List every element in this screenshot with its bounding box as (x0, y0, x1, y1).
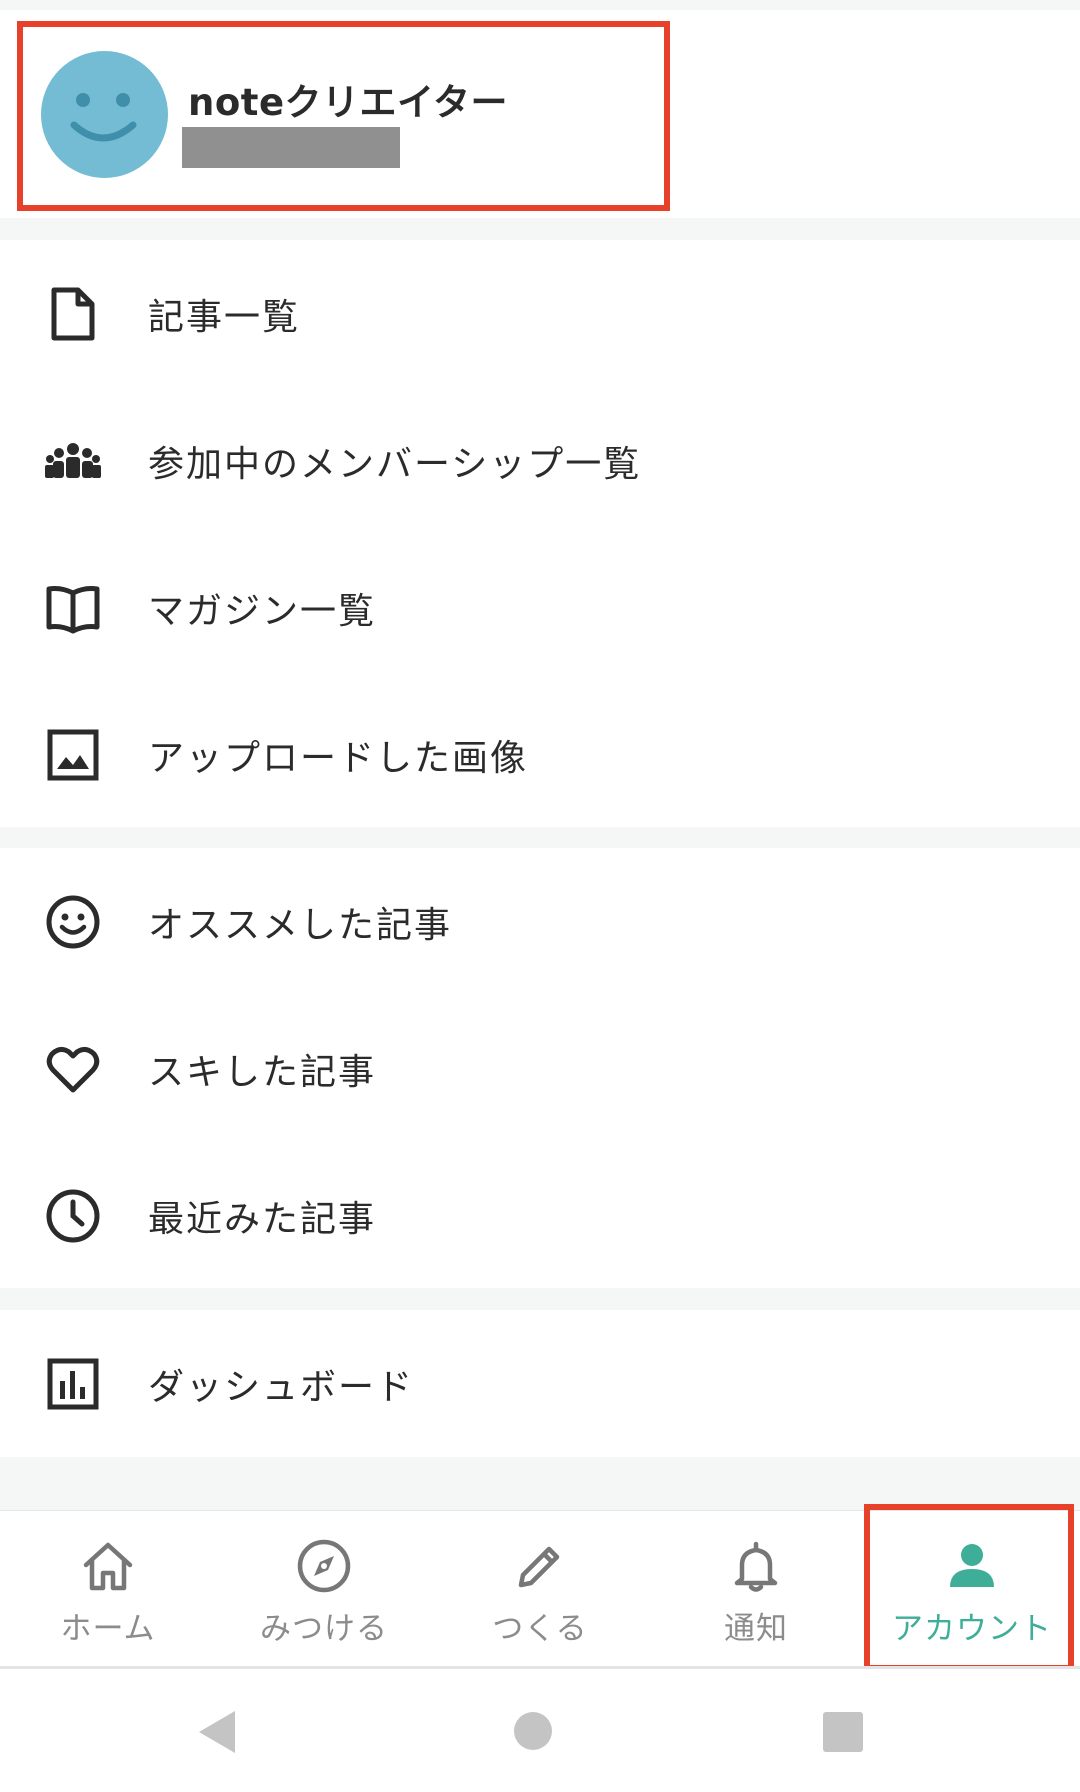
profile-highlight-box (17, 21, 670, 211)
home-button-icon[interactable] (513, 1711, 553, 1755)
document-icon (44, 285, 102, 343)
smiley-icon (44, 893, 102, 951)
nav-tab-label: みつける (260, 1611, 388, 1647)
menu-item-label: 参加中のメンバーシップ一覧 (148, 443, 642, 485)
nav-tab-home[interactable]: ホーム (0, 1511, 216, 1667)
book-icon (44, 579, 102, 637)
menu-item-label: アップロードした画像 (148, 737, 529, 779)
menu-item-label: オススメした記事 (148, 904, 453, 946)
bar-chart-icon (44, 1355, 102, 1413)
nav-tab-label: ホーム (60, 1611, 156, 1647)
menu-section-content: 記事一覧 参加中のメンバーシップ一覧 マガジン一覧 アップロードした画像 (0, 240, 1080, 827)
recents-button-icon[interactable] (823, 1712, 863, 1756)
menu-section-dashboard: ダッシュボード (0, 1310, 1080, 1457)
back-button-icon[interactable] (197, 1709, 237, 1759)
heart-icon (44, 1040, 102, 1098)
menu-item-label: 最近みた記事 (148, 1198, 377, 1240)
nav-tab-label: 通知 (724, 1611, 788, 1647)
menu-item-label: マガジン一覧 (148, 590, 377, 632)
home-icon (79, 1537, 137, 1595)
pencil-icon (511, 1537, 569, 1595)
menu-item-label: ダッシュボード (148, 1366, 415, 1408)
menu-item-recently-viewed[interactable]: 最近みた記事 (0, 1142, 1080, 1289)
menu-item-dashboard[interactable]: ダッシュボード (0, 1310, 1080, 1457)
menu-item-label: 記事一覧 (148, 296, 301, 338)
compass-icon (295, 1537, 353, 1595)
menu-item-articles[interactable]: 記事一覧 (0, 240, 1080, 387)
nav-tab-notifications[interactable]: 通知 (648, 1511, 864, 1667)
menu-section-reading: オススメした記事 スキした記事 最近みた記事 (0, 848, 1080, 1288)
account-tab-highlight-box (864, 1504, 1074, 1671)
menu-item-magazines[interactable]: マガジン一覧 (0, 534, 1080, 681)
status-strip (0, 0, 1080, 10)
menu-item-recommended[interactable]: オススメした記事 (0, 848, 1080, 995)
menu-item-uploaded-images[interactable]: アップロードした画像 (0, 681, 1080, 828)
menu-item-label: スキした記事 (148, 1051, 377, 1093)
menu-item-liked[interactable]: スキした記事 (0, 995, 1080, 1142)
group-icon (44, 432, 102, 490)
nav-tab-create[interactable]: つくる (432, 1511, 648, 1667)
bell-icon (727, 1537, 785, 1595)
menu-item-memberships[interactable]: 参加中のメンバーシップ一覧 (0, 387, 1080, 534)
image-icon (44, 726, 102, 784)
nav-tab-label: つくる (492, 1611, 588, 1647)
clock-icon (44, 1187, 102, 1245)
nav-tab-discover[interactable]: みつける (216, 1511, 432, 1667)
system-nav-bar (0, 1666, 1080, 1792)
